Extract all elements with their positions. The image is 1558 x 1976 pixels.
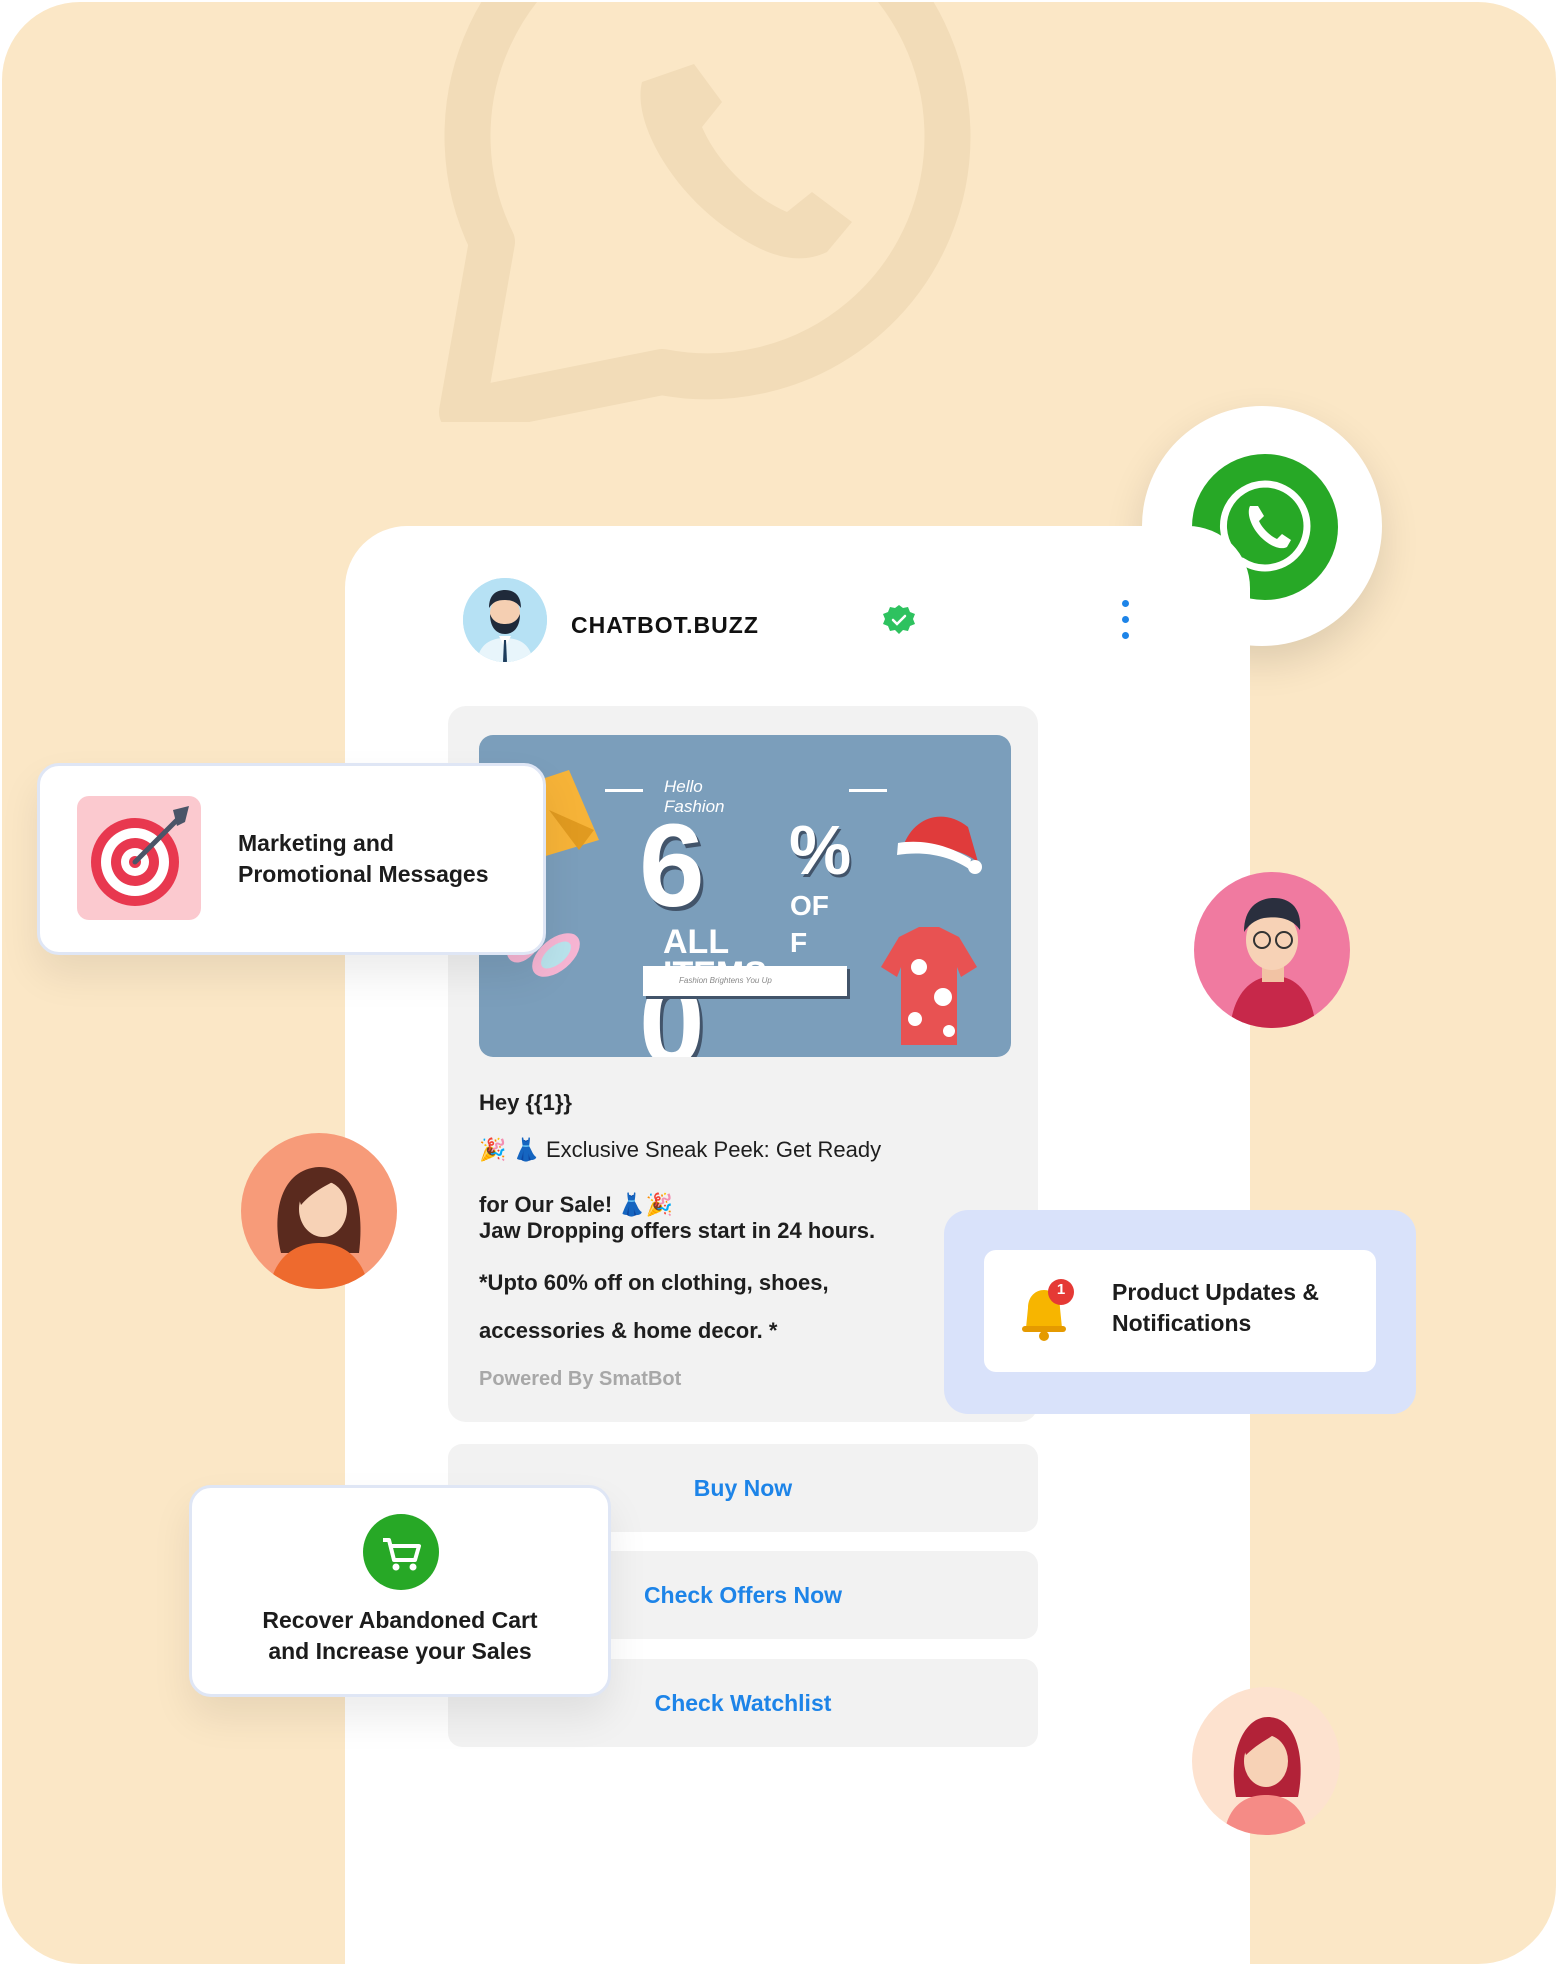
cart-title: Recover Abandoned Cart and Increase your… xyxy=(262,1607,538,1664)
brand-name: CHATBOT.BUZZ xyxy=(571,612,759,638)
cart-icon xyxy=(363,1514,439,1590)
message-line-3: Jaw Dropping offers start in 24 hours. xyxy=(479,1218,876,1243)
banner-tagline-strip: Fashion Brightens You Up xyxy=(643,966,847,996)
santa-hat-illustration xyxy=(897,816,982,874)
avatar xyxy=(463,578,547,662)
whatsapp-watermark-icon xyxy=(439,2,971,422)
message-line-4: *Upto 60% off on clothing, shoes, xyxy=(479,1270,829,1295)
notifications-feature-card: 1 Product Updates & Notifications xyxy=(984,1250,1376,1372)
target-icon xyxy=(77,796,201,920)
bell-icon: 1 xyxy=(1014,1278,1080,1344)
cart-feature-card: Recover Abandoned Cart and Increase your… xyxy=(189,1485,611,1697)
message-line-1: 🎉 👗 Exclusive Sneak Peek: Get Ready xyxy=(479,1137,882,1162)
kebab-menu-icon[interactable] xyxy=(1118,600,1132,648)
avatar xyxy=(1192,1687,1340,1835)
banner-digit-top: 6 xyxy=(639,800,705,932)
banner-tagline: Fashion Brightens You Up xyxy=(679,976,772,985)
shirt-illustration xyxy=(881,927,977,1045)
banner-off-1: OF xyxy=(790,890,829,921)
marketing-title: Marketing and Promotional Messages xyxy=(238,830,489,887)
avatar xyxy=(241,1133,397,1289)
banner-off-2: F xyxy=(790,927,808,958)
notification-count-badge: 1 xyxy=(1056,1281,1066,1298)
avatar xyxy=(1194,872,1350,1028)
marketing-feature-card: Marketing and Promotional Messages xyxy=(37,763,546,955)
notifications-title: Product Updates & Notifications xyxy=(1112,1279,1320,1336)
dress-illustration xyxy=(539,770,599,858)
message-line-5: accessories & home decor. * xyxy=(479,1318,778,1343)
verified-badge-icon xyxy=(882,604,916,638)
powered-by: Powered By SmatBot xyxy=(479,1368,682,1390)
message-greeting: Hey {{1}} xyxy=(479,1090,572,1115)
banner-percent: % xyxy=(789,811,852,889)
message-line-2: for Our Sale! 👗🎉 xyxy=(479,1192,674,1217)
promo-banner-image: Hello Fashion 6 0 % OF F ALL ITEMS Fashi… xyxy=(479,735,1011,1057)
